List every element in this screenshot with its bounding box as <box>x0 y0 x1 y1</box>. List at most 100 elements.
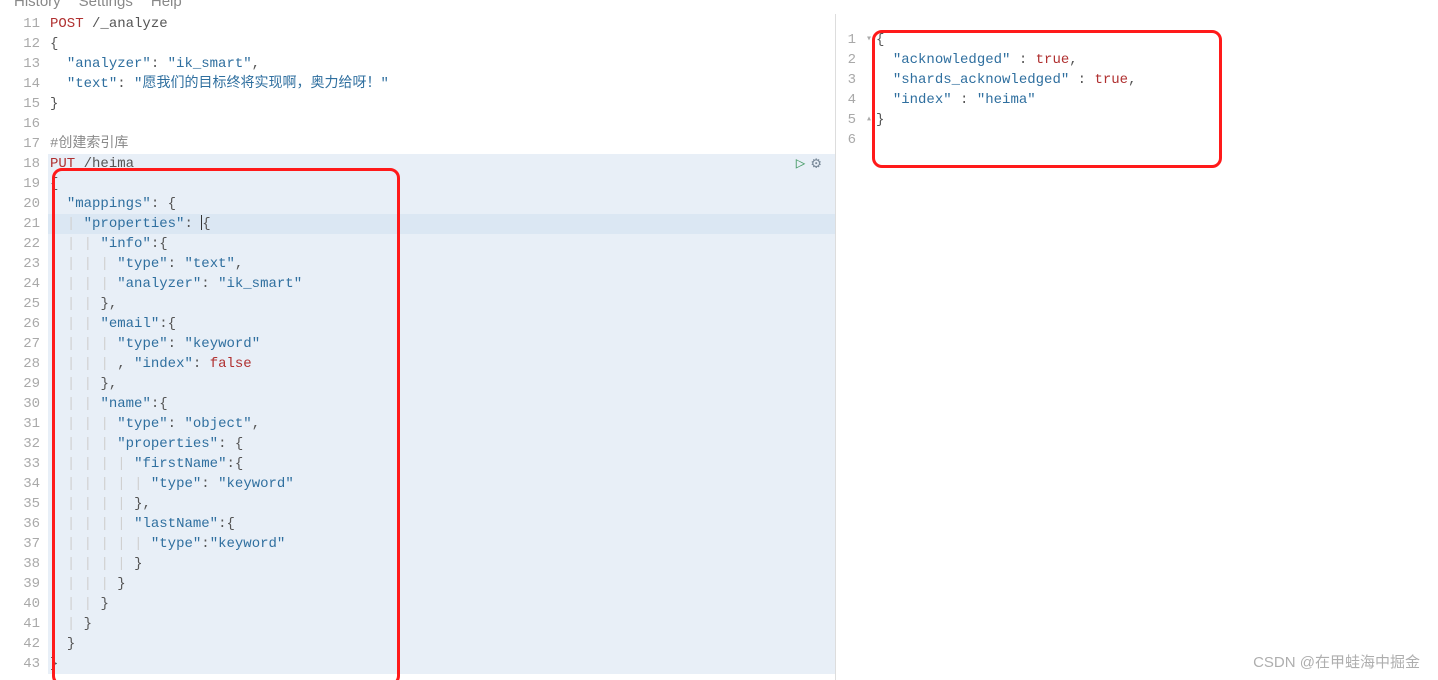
code-content[interactable]: | | | | "lastName":{ <box>48 514 835 534</box>
code-line[interactable]: 13 "analyzer": "ik_smart", <box>0 54 835 74</box>
run-request-icon[interactable]: ▷ <box>796 154 806 174</box>
code-content[interactable]: | | | | }, <box>48 494 835 514</box>
code-content[interactable]: "mappings": { <box>48 194 835 214</box>
code-line[interactable]: 30 | | "name":{ <box>0 394 835 414</box>
code-content[interactable]: | "properties": { <box>48 214 835 234</box>
code-content[interactable]: | | "info":{ <box>48 234 835 254</box>
menu-help[interactable]: Help <box>151 0 182 10</box>
line-number: 19 <box>0 174 48 194</box>
code-content[interactable]: | | }, <box>48 294 835 314</box>
fold-toggle[interactable]: ▾ <box>862 30 874 50</box>
code-line[interactable]: 42 } <box>0 634 835 654</box>
fold-toggle[interactable] <box>862 90 874 110</box>
code-line[interactable]: 39 | | | } <box>0 574 835 594</box>
code-content[interactable]: | | | "analyzer": "ik_smart" <box>48 274 835 294</box>
fold-toggle[interactable] <box>862 50 874 70</box>
code-line[interactable]: 34 | | | | | "type": "keyword" <box>0 474 835 494</box>
code-content[interactable]: | | | | | "type": "keyword" <box>48 474 835 494</box>
line-number: 17 <box>0 134 48 154</box>
code-content[interactable]: "shards_acknowledged" : true, <box>874 70 1438 90</box>
code-content[interactable]: "acknowledged" : true, <box>874 50 1438 70</box>
fold-toggle[interactable]: ▴ <box>862 110 874 130</box>
code-content[interactable]: | | | "type": "keyword" <box>48 334 835 354</box>
line-number: 35 <box>0 494 48 514</box>
code-line[interactable]: 31 | | | "type": "object", <box>0 414 835 434</box>
code-line[interactable]: 19{ <box>0 174 835 194</box>
line-number: 4 <box>836 90 862 110</box>
code-line[interactable]: 28 | | | , "index": false <box>0 354 835 374</box>
code-content[interactable]: { <box>48 34 835 54</box>
code-content[interactable]: "index" : "heima" <box>874 90 1438 110</box>
code-line[interactable]: 14 "text": "愿我们的目标终将实现啊，奥力给呀！" <box>0 74 835 94</box>
code-line[interactable]: 38 | | | | } <box>0 554 835 574</box>
code-line[interactable]: 40 | | } <box>0 594 835 614</box>
code-line[interactable]: 36 | | | | "lastName":{ <box>0 514 835 534</box>
fold-toggle[interactable] <box>862 70 874 90</box>
wrench-icon[interactable]: ⚙ <box>811 154 821 174</box>
code-line[interactable]: 43} <box>0 654 835 674</box>
code-line[interactable]: 25 | | }, <box>0 294 835 314</box>
code-content[interactable]: #创建索引库 <box>48 134 835 154</box>
line-number: 20 <box>0 194 48 214</box>
code-line[interactable]: 6 <box>836 130 1438 150</box>
code-line[interactable]: 11POST /_analyze <box>0 14 835 34</box>
code-line[interactable]: 18PUT /heima▷⚙ <box>0 154 835 174</box>
code-line[interactable]: 29 | | }, <box>0 374 835 394</box>
code-content[interactable] <box>874 130 1438 150</box>
code-content[interactable]: | | | , "index": false <box>48 354 835 374</box>
menu-settings[interactable]: Settings <box>79 0 133 10</box>
code-line[interactable]: 21 | "properties": { <box>0 214 835 234</box>
code-content[interactable]: "text": "愿我们的目标终将实现啊，奥力给呀！" <box>48 74 835 94</box>
code-line[interactable]: 35 | | | | }, <box>0 494 835 514</box>
code-content[interactable]: } <box>48 654 835 674</box>
code-content[interactable]: | | | "type": "text", <box>48 254 835 274</box>
fold-toggle[interactable] <box>862 130 874 150</box>
code-line[interactable]: 22 | | "info":{ <box>0 234 835 254</box>
line-number: 43 <box>0 654 48 674</box>
code-content[interactable]: | | | "properties": { <box>48 434 835 454</box>
code-line[interactable]: 4 "index" : "heima" <box>836 90 1438 110</box>
code-content[interactable]: | | | | "firstName":{ <box>48 454 835 474</box>
line-number: 33 <box>0 454 48 474</box>
code-line[interactable]: 26 | | "email":{ <box>0 314 835 334</box>
code-content[interactable]: "analyzer": "ik_smart", <box>48 54 835 74</box>
code-content[interactable]: } <box>48 634 835 654</box>
code-line[interactable]: 1▾{ <box>836 30 1438 50</box>
code-line[interactable]: 33 | | | | "firstName":{ <box>0 454 835 474</box>
code-line[interactable]: 41 | } <box>0 614 835 634</box>
code-line[interactable]: 12{ <box>0 34 835 54</box>
menu-history[interactable]: History <box>14 0 61 10</box>
code-line[interactable]: 27 | | | "type": "keyword" <box>0 334 835 354</box>
code-content[interactable] <box>48 114 835 134</box>
code-content[interactable]: } <box>874 110 1438 130</box>
line-number: 32 <box>0 434 48 454</box>
code-line[interactable]: 17#创建索引库 <box>0 134 835 154</box>
code-line[interactable]: 37 | | | | | "type":"keyword" <box>0 534 835 554</box>
code-content[interactable]: | | "email":{ <box>48 314 835 334</box>
code-content[interactable]: | | | | | "type":"keyword" <box>48 534 835 554</box>
code-content[interactable]: PUT /heima▷⚙ <box>48 154 835 174</box>
code-content[interactable]: } <box>48 94 835 114</box>
code-line[interactable]: 32 | | | "properties": { <box>0 434 835 454</box>
code-line[interactable]: 5▴} <box>836 110 1438 130</box>
code-line[interactable]: 16 <box>0 114 835 134</box>
code-content[interactable]: | } <box>48 614 835 634</box>
code-line[interactable]: 2 "acknowledged" : true, <box>836 50 1438 70</box>
code-content[interactable]: { <box>48 174 835 194</box>
code-content[interactable]: | | } <box>48 594 835 614</box>
code-content[interactable]: | | }, <box>48 374 835 394</box>
code-content[interactable]: | | "name":{ <box>48 394 835 414</box>
code-content[interactable]: | | | "type": "object", <box>48 414 835 434</box>
code-content[interactable]: POST /_analyze <box>48 14 835 34</box>
code-line[interactable]: 23 | | | "type": "text", <box>0 254 835 274</box>
code-content[interactable]: { <box>874 30 1438 50</box>
code-line[interactable]: 24 | | | "analyzer": "ik_smart" <box>0 274 835 294</box>
code-line[interactable]: 20 "mappings": { <box>0 194 835 214</box>
code-line[interactable]: 15} <box>0 94 835 114</box>
code-content[interactable]: | | | | } <box>48 554 835 574</box>
line-number: 36 <box>0 514 48 534</box>
line-number: 1 <box>836 30 862 50</box>
request-editor[interactable]: 11POST /_analyze12{13 "analyzer": "ik_sm… <box>0 14 836 680</box>
code-line[interactable]: 3 "shards_acknowledged" : true, <box>836 70 1438 90</box>
code-content[interactable]: | | | } <box>48 574 835 594</box>
